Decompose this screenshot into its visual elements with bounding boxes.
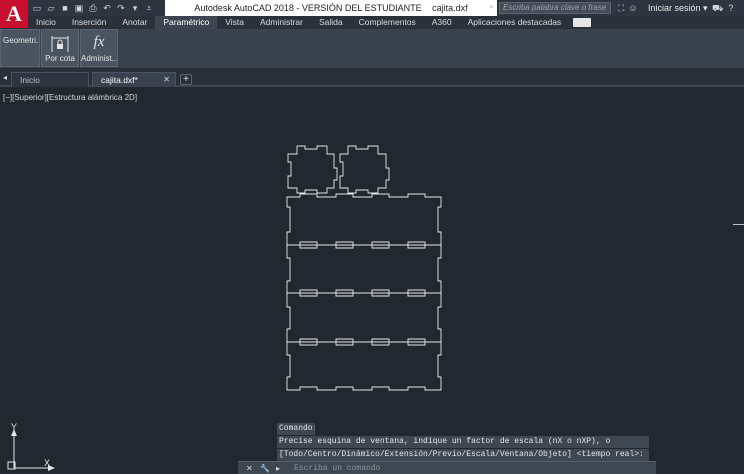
panel-3 — [286, 292, 442, 343]
ucs-icon: Y X — [7, 422, 55, 471]
command-input[interactable] — [294, 463, 634, 474]
panel-1 — [286, 193, 442, 246]
command-history-line: Precise esquina de ventana, indique un f… — [277, 436, 649, 448]
panel-2 — [286, 244, 442, 294]
command-history: Comando: Precise esquina de ventana, ind… — [277, 423, 651, 462]
panel-4 — [286, 341, 442, 391]
autocad-window: ▭ ▱ ■ ▣ ⎙ ↶ ↷ ▾ ⩡ Autodesk AutoCAD 2018 … — [0, 0, 744, 474]
small-piece-left — [287, 145, 338, 194]
command-prompt-icon[interactable]: ▸ — [276, 463, 280, 474]
command-history-line: [Todo/Centro/Dinámico/Extensión/Previo/E… — [277, 449, 649, 461]
drawing-canvas[interactable] — [0, 0, 744, 474]
small-piece-right — [339, 145, 390, 194]
command-history-line: Comando: — [277, 423, 315, 435]
command-line: ✕ 🔧 ▸ — [238, 461, 656, 474]
navbar-indicator[interactable] — [733, 224, 744, 225]
ucs-x-label: X — [44, 458, 50, 468]
customize-command-icon[interactable]: 🔧 — [260, 463, 270, 474]
ucs-y-label: Y — [11, 422, 17, 432]
autocad-logo-button[interactable]: A — [0, 0, 28, 28]
close-command-icon[interactable]: ✕ — [246, 463, 253, 474]
